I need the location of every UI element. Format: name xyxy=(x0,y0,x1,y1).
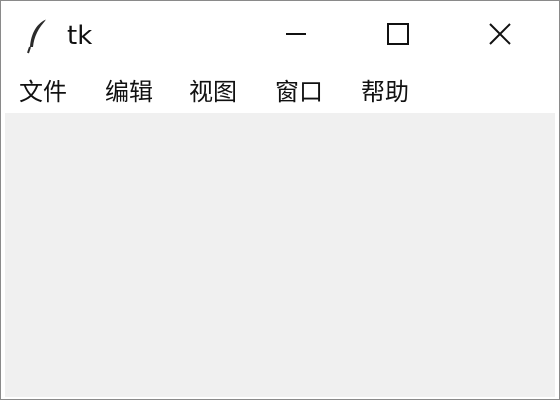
client-area xyxy=(5,113,555,397)
app-window: tk 文件 编辑 视图 窗口 帮助 xyxy=(0,0,560,400)
window-title: tk xyxy=(67,21,93,51)
menu-bar: 文件 编辑 视图 窗口 帮助 xyxy=(1,71,559,113)
close-icon xyxy=(488,22,512,50)
maximize-icon xyxy=(386,22,410,50)
feather-icon xyxy=(25,17,53,55)
maximize-button[interactable] xyxy=(373,13,423,59)
title-bar[interactable]: tk xyxy=(1,1,559,71)
menu-edit[interactable]: 编辑 xyxy=(105,77,153,107)
minimize-button[interactable] xyxy=(271,13,321,59)
menu-window[interactable]: 窗口 xyxy=(275,77,323,107)
menu-help[interactable]: 帮助 xyxy=(361,77,409,107)
menu-file[interactable]: 文件 xyxy=(19,77,67,107)
menu-view[interactable]: 视图 xyxy=(189,77,237,107)
close-button[interactable] xyxy=(475,13,525,59)
minimize-icon xyxy=(284,22,308,50)
